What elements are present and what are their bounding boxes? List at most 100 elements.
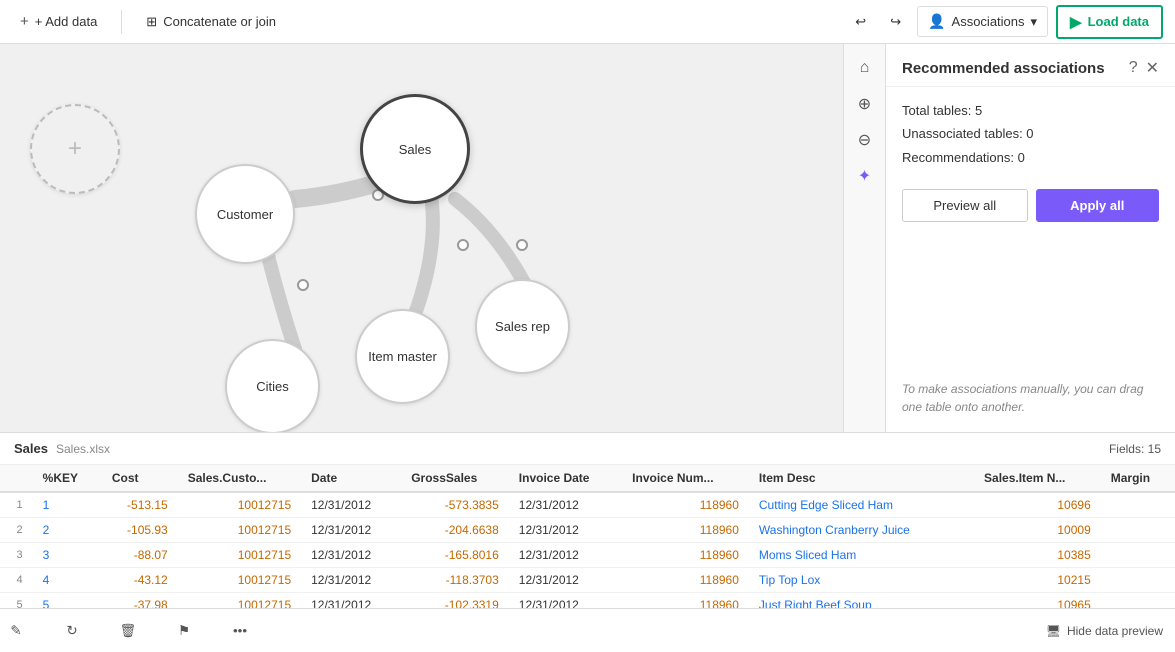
panel-title: Recommended associations <box>902 60 1129 77</box>
cell-invoicedate: 12/31/2012 <box>509 492 622 518</box>
cities-node[interactable]: Cities <box>225 339 320 432</box>
canvas-area[interactable]: + Sales Customer Sales rep Item master C… <box>0 44 885 432</box>
load-data-button[interactable]: ▶ Load data <box>1056 5 1163 39</box>
col-salesitemn[interactable]: Sales.Item N... <box>974 465 1101 492</box>
apply-all-button[interactable]: Apply all <box>1036 189 1160 222</box>
cell-itemdesc: Just Right Beef Soup <box>749 593 974 609</box>
cell-itemdesc: Tip Top Lox <box>749 568 974 593</box>
zoom-in-btn[interactable]: ⊕ <box>849 88 881 120</box>
col-grosssales[interactable]: GrossSales <box>401 465 509 492</box>
close-panel-btn[interactable]: ✕ <box>1146 58 1159 78</box>
bottom-bar: ✎ ↻ 🗑 ⚑ ••• 🖥 Hide data preview <box>0 608 1175 652</box>
more-btn[interactable]: ••• <box>224 615 256 647</box>
preview-all-button[interactable]: Preview all <box>902 189 1028 222</box>
cell-grosssales: -165.8016 <box>401 543 509 568</box>
concat-icon: ⊞ <box>146 14 157 30</box>
cell-date: 12/31/2012 <box>301 543 401 568</box>
preview-table: %KEY Cost Sales.Custo... Date GrossSales… <box>0 465 1175 608</box>
cell-salesitemn: 10215 <box>974 568 1101 593</box>
sales-node[interactable]: Sales <box>360 94 470 204</box>
edit-icon: ✎ <box>10 623 21 639</box>
canvas-side-toolbar: ⌂ ⊕ ⊖ ✦ <box>843 44 885 432</box>
zoom-in-icon: ⊕ <box>858 94 871 114</box>
cell-grosssales: -573.3835 <box>401 492 509 518</box>
cell-cost: -88.07 <box>102 543 178 568</box>
chevron-down-icon: ▾ <box>1031 14 1038 30</box>
redo-icon: ↪ <box>890 14 901 30</box>
home-icon-btn[interactable]: ⌂ <box>849 52 881 84</box>
panel-actions: Preview all Apply all <box>886 181 1175 234</box>
cell-salescusto: 10012715 <box>178 543 301 568</box>
person-icon: 👤 <box>928 13 945 30</box>
row-number: 1 <box>0 492 33 518</box>
cell-invoicedate: 12/31/2012 <box>509 543 622 568</box>
data-table[interactable]: %KEY Cost Sales.Custo... Date GrossSales… <box>0 465 1175 608</box>
preview-subtitle: Sales.xlsx <box>56 442 110 456</box>
delete-btn[interactable]: 🗑 <box>112 615 144 647</box>
cell-margin <box>1101 568 1175 593</box>
add-data-button[interactable]: + + Add data <box>12 9 105 34</box>
hide-preview-button[interactable]: 🖥 Hide data preview <box>1046 624 1163 638</box>
col-itemdesc[interactable]: Item Desc <box>749 465 974 492</box>
help-btn[interactable]: ? <box>1129 59 1138 77</box>
play-circle-icon: ▶ <box>1070 13 1082 31</box>
col-date[interactable]: Date <box>301 465 401 492</box>
data-preview: Sales Sales.xlsx Fields: 15 %KEY Cost Sa… <box>0 432 1175 652</box>
table-row: 55-37.981001271512/31/2012-102.331912/31… <box>0 593 1175 609</box>
connector-dot <box>516 239 528 251</box>
edit-btn[interactable]: ✎ <box>0 615 32 647</box>
add-node[interactable]: + <box>30 104 120 194</box>
associations-button[interactable]: 👤 Associations ▾ <box>917 6 1048 37</box>
preview-fields: Fields: 15 <box>1109 442 1161 456</box>
cell-key: 1 <box>33 492 102 518</box>
preview-header: Sales Sales.xlsx Fields: 15 <box>0 433 1175 465</box>
table-row: 22-105.931001271512/31/2012-204.663812/3… <box>0 518 1175 543</box>
table-header-row: %KEY Cost Sales.Custo... Date GrossSales… <box>0 465 1175 492</box>
cell-itemdesc: Moms Sliced Ham <box>749 543 974 568</box>
refresh-btn[interactable]: ↻ <box>56 615 88 647</box>
home-icon: ⌂ <box>860 59 870 77</box>
cell-salesitemn: 10385 <box>974 543 1101 568</box>
panel-header: Recommended associations ? ✕ <box>886 44 1175 87</box>
right-panel: Recommended associations ? ✕ Total table… <box>885 44 1175 432</box>
cell-cost: -513.15 <box>102 492 178 518</box>
undo-button[interactable]: ↩ <box>847 10 874 34</box>
cell-invoicedate: 12/31/2012 <box>509 593 622 609</box>
toolbar-separator <box>121 10 122 34</box>
plus-icon: + <box>20 13 29 30</box>
wand-icon: ✦ <box>858 166 871 186</box>
cell-margin <box>1101 543 1175 568</box>
col-cost[interactable]: Cost <box>102 465 178 492</box>
customer-node[interactable]: Customer <box>195 164 295 264</box>
col-key[interactable]: %KEY <box>33 465 102 492</box>
col-invoicedate[interactable]: Invoice Date <box>509 465 622 492</box>
table-row: 44-43.121001271512/31/2012-118.370312/31… <box>0 568 1175 593</box>
redo-button[interactable]: ↪ <box>882 10 909 34</box>
concat-join-button[interactable]: ⊞ Concatenate or join <box>138 10 284 34</box>
zoom-out-btn[interactable]: ⊖ <box>849 124 881 156</box>
cell-grosssales: -204.6638 <box>401 518 509 543</box>
panel-hint: To make associations manually, you can d… <box>886 234 1175 432</box>
filter-btn[interactable]: ⚑ <box>168 615 200 647</box>
undo-icon: ↩ <box>855 14 866 30</box>
cell-invoicenum: 118960 <box>622 568 749 593</box>
panel-stats: Total tables: 5 Unassociated tables: 0 R… <box>886 87 1175 181</box>
connector-dot <box>297 279 309 291</box>
cell-date: 12/31/2012 <box>301 492 401 518</box>
salesrep-node[interactable]: Sales rep <box>475 279 570 374</box>
col-salescusto[interactable]: Sales.Custo... <box>178 465 301 492</box>
cell-invoicenum: 118960 <box>622 492 749 518</box>
cell-salescusto: 10012715 <box>178 568 301 593</box>
filter-icon: ⚑ <box>178 623 190 639</box>
total-tables: Total tables: 5 <box>902 99 1159 122</box>
row-number: 4 <box>0 568 33 593</box>
cell-salesitemn: 10696 <box>974 492 1101 518</box>
col-invoicenum[interactable]: Invoice Num... <box>622 465 749 492</box>
main-area: + Sales Customer Sales rep Item master C… <box>0 44 1175 432</box>
unassociated-tables: Unassociated tables: 0 <box>902 122 1159 145</box>
magic-btn[interactable]: ✦ <box>849 160 881 192</box>
preview-title: Sales <box>14 441 48 456</box>
col-margin[interactable]: Margin <box>1101 465 1175 492</box>
itemmaster-node[interactable]: Item master <box>355 309 450 404</box>
ellipsis-icon: ••• <box>233 623 247 638</box>
